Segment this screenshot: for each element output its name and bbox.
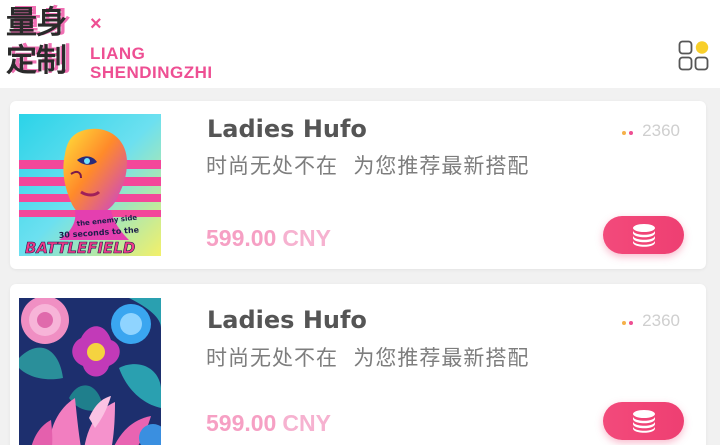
- logo-line-1: 量身 量身: [6, 4, 82, 42]
- coin-stack-icon: [632, 410, 655, 433]
- product-price: 599.00 CNY: [206, 410, 331, 437]
- product-subtitle: 时尚无处不在 为您推荐最新搭配: [206, 154, 530, 178]
- poster-portrait-image[interactable]: the enemy side 30 seconds to the BATTLEF…: [19, 114, 161, 256]
- price-value: 599.00: [206, 225, 277, 251]
- product-card[interactable]: Ladies Hufo 时尚无处不在 为您推荐最新搭配 2360 599.00 C…: [10, 284, 706, 445]
- brand-line-1: LIANG: [90, 44, 146, 63]
- price-value: 599.00: [206, 410, 277, 436]
- times-mark: ×: [90, 13, 102, 35]
- logo-line-1-text: 量身: [6, 5, 67, 41]
- app-header: 量身 量身 定制 定制 × LIANG SHENDINGZHI: [0, 0, 720, 88]
- dots-icon: [622, 310, 636, 330]
- logo-line-2: 定制 定制: [6, 42, 82, 80]
- view-count: 2360: [622, 311, 680, 332]
- view-count: 2360: [622, 121, 680, 142]
- brand-line-2: SHENDINGZHI: [90, 63, 213, 82]
- logo: 量身 量身 定制 定制: [6, 4, 82, 80]
- price-currency: CNY: [282, 410, 331, 436]
- grid-menu-icon[interactable]: [678, 40, 710, 72]
- product-subtitle: 时尚无处不在 为您推荐最新搭配: [206, 346, 530, 370]
- buy-button[interactable]: [603, 216, 684, 254]
- brand-name: LIANG SHENDINGZHI: [90, 44, 213, 82]
- floral-pattern-image[interactable]: [19, 298, 161, 445]
- dots-icon: [622, 120, 636, 140]
- coin-stack-icon: [632, 224, 655, 247]
- buy-button[interactable]: [603, 402, 684, 440]
- price-currency: CNY: [282, 225, 331, 251]
- view-count-value: 2360: [642, 121, 680, 140]
- view-count-value: 2360: [642, 311, 680, 330]
- product-title[interactable]: Ladies Hufo: [207, 306, 367, 334]
- poster-text-3: BATTLEFIELD: [25, 239, 135, 256]
- product-price: 599.00 CNY: [206, 225, 331, 252]
- product-title[interactable]: Ladies Hufo: [207, 115, 367, 143]
- product-card[interactable]: the enemy side 30 seconds to the BATTLEF…: [10, 101, 706, 269]
- logo-line-2-text: 定制: [6, 43, 67, 79]
